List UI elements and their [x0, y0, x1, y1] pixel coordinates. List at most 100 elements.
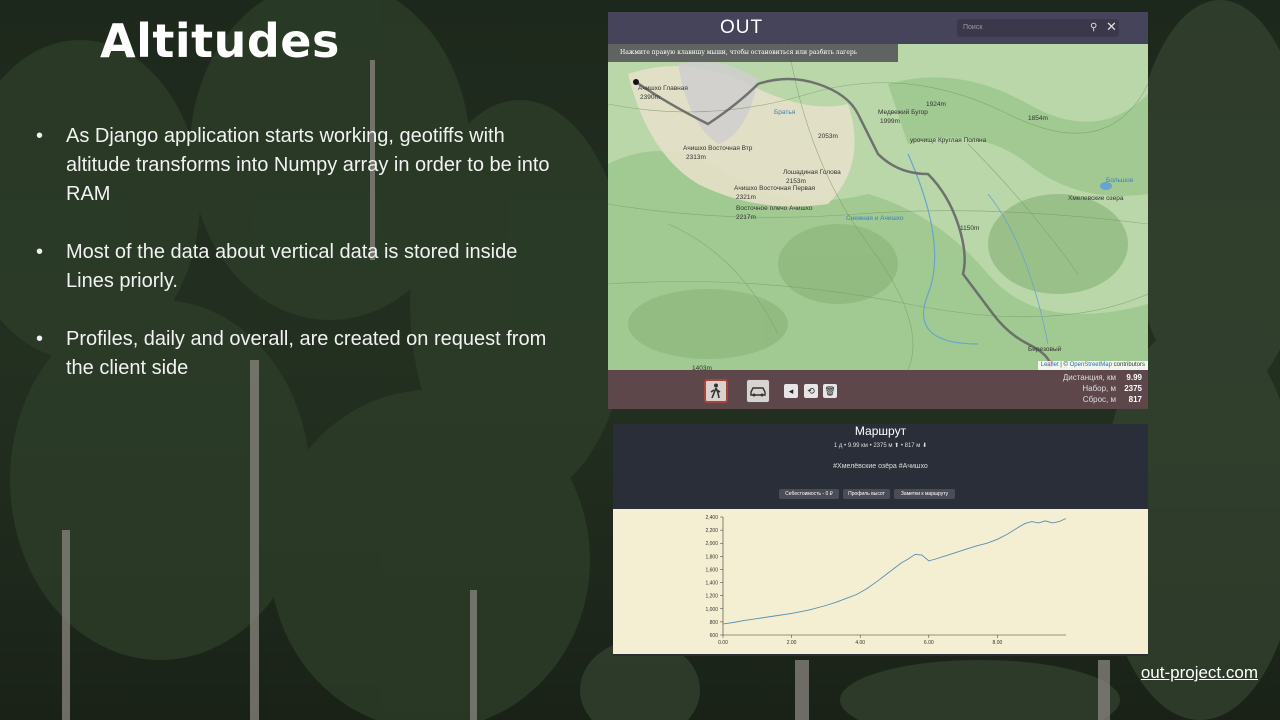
bullet-list: • As Django application starts working, g… [36, 122, 566, 412]
elevation-point [935, 558, 937, 560]
project-link[interactable]: out-project.com [1141, 663, 1258, 683]
elevation-point [1007, 533, 1009, 535]
map-label: Березовый [1028, 345, 1062, 353]
x-tick-label: 2.00 [787, 640, 797, 646]
y-tick-label: 1,200 [705, 594, 718, 600]
elevation-point [1065, 518, 1067, 520]
map-label: Медвежий Бугор [878, 108, 928, 116]
bullet-item: • Profiles, daily and overall, are create… [36, 328, 547, 379]
route-tags: #Хмелёвские озёра #Ачишхо [833, 463, 928, 470]
slide-title: Altitudes [100, 14, 340, 68]
map-label: Ачишхо Восточная Втр [683, 145, 753, 152]
elevation-point [914, 553, 916, 555]
map-label: 2313m [686, 154, 706, 161]
stat-ascent: Набор, м 2375 [1082, 384, 1142, 393]
elevation-point [1024, 523, 1026, 524]
elevation-chart: 600 800 1,000 1,200 1,400 1,600 1,800 2,000 2,20… [705, 515, 1067, 646]
elevation-point [1051, 522, 1053, 524]
delete-icon[interactable]: 🗑 [823, 384, 837, 398]
topo-map[interactable]: Ачишхо Главная 2390m Ачишхо Восточная Вт… [608, 44, 1148, 370]
map-label: урочище Круглая Поляна [910, 137, 987, 144]
search-icon[interactable]: ⚲ [1090, 22, 1097, 33]
map-label: 2390m [640, 94, 660, 101]
y-tick-label: 1,400 [705, 581, 718, 587]
elevation-point [1045, 520, 1046, 522]
y-tick-label: 2,400 [705, 515, 718, 521]
map-label: 1924m [926, 101, 946, 108]
y-tick-label: 600 [710, 633, 719, 639]
elevation-point [921, 554, 923, 556]
elevation-point [743, 620, 744, 621]
elevation-point [966, 548, 967, 550]
map-canvas[interactable]: Ачишхо Главная 2390m Ачишхо Восточная Вт… [608, 44, 1148, 370]
map-label: 1854m [1028, 115, 1048, 122]
map-label: 2217m [736, 214, 756, 221]
y-tick-label: 1,000 [705, 607, 718, 613]
elevation-point [1017, 527, 1019, 528]
route-title: Маршрут [854, 424, 907, 438]
elevation-point [835, 601, 837, 603]
leaflet-link[interactable]: Leaflet [1041, 362, 1059, 368]
bullet-text: Profiles, daily and overall, are created… [66, 328, 547, 379]
bullet-item: • Most of the data about vertical data is… [36, 241, 518, 292]
map-label: Ачишхо Главная [638, 85, 688, 92]
elevation-point [1058, 521, 1060, 522]
elevation-point [907, 558, 909, 560]
elevation-point [732, 622, 734, 623]
map-label: Большое [1106, 177, 1134, 184]
elevation-point [945, 555, 947, 557]
map-label: Снежная и Ачишхо [846, 215, 904, 222]
osm-link[interactable]: OpenStreetMap [1070, 362, 1112, 368]
elevation-point [876, 580, 878, 582]
elevation-point [756, 618, 758, 620]
walk-mode-button[interactable] [704, 379, 728, 403]
route-summary: 1 д • 9.99 км • 2375 м ⬆ • 817 м ⬇ [833, 443, 928, 449]
elevation-profile-button[interactable]: Профиль высот [843, 489, 890, 499]
map-label: Братья [774, 109, 796, 116]
route-panel: Маршрут 1 д • 9.99 км • 2375 м ⬆ • 817 м… [613, 424, 1148, 656]
x-tick-label: 6.00 [924, 640, 934, 646]
y-tick-label: 2,000 [705, 541, 718, 547]
map-label: 2321m [736, 194, 756, 201]
map-label: Восточное плечо Ачишхо [736, 205, 813, 212]
elevation-point [774, 615, 775, 617]
map-label: 2053m [818, 133, 838, 140]
close-icon[interactable]: ✕ [1106, 19, 1117, 35]
map-label: Лошадиная Голова [783, 169, 841, 176]
x-tick-label: 8.00 [993, 640, 1003, 646]
map-attribution: Leaflet | © OpenStreetMap contributors [1037, 361, 1148, 370]
elevation-point [808, 609, 810, 611]
elevation-point [894, 567, 895, 569]
elevation-point [825, 605, 827, 606]
y-tick-label: 2,200 [705, 528, 718, 534]
elevation-point [955, 552, 957, 553]
undo-icon[interactable]: ⟲ [804, 384, 818, 398]
elevation-point [997, 538, 998, 540]
map-label: 1150m [960, 225, 979, 232]
stat-descent: Сброс, м 817 [1082, 395, 1142, 404]
elevation-point [900, 562, 902, 564]
bullet-item: • As Django application starts working, g… [36, 125, 550, 205]
route-notes-button[interactable]: Заметки к маршруту [894, 489, 955, 499]
elevation-point [976, 545, 978, 547]
elevation-series-line [722, 518, 1066, 625]
car-mode-button[interactable] [746, 379, 770, 403]
map-label: 1999m [880, 118, 900, 125]
share-icon[interactable]: ◂ [784, 384, 798, 398]
map-hint-banner: Нажмите правую клавишу мыши, чтобы остан… [608, 44, 898, 62]
bullet-text: Most of the data about vertical data is … [66, 241, 518, 292]
elevation-point [887, 572, 889, 574]
stat-distance: Дистанция, км 9.99 [1062, 373, 1142, 382]
elevation-profile: 600 800 1,000 1,200 1,400 1,600 1,800 2,000 2,20… [613, 509, 1148, 654]
cost-button[interactable]: Себестоимость - 0 ₽ [779, 489, 839, 499]
y-tick-label: 800 [710, 620, 719, 626]
elevation-point [856, 593, 858, 595]
elevation-point [846, 597, 847, 599]
x-tick-label: 4.00 [855, 640, 865, 646]
car-icon [750, 387, 766, 397]
elevation-point [791, 612, 792, 614]
elevation-point [866, 588, 868, 589]
map-app-window: OUT Поиск ⚲ ✕ Ачишхо Главная 2390m Ачишх… [608, 12, 1148, 409]
walk-icon [710, 383, 721, 399]
map-label: 2153m [786, 178, 806, 185]
